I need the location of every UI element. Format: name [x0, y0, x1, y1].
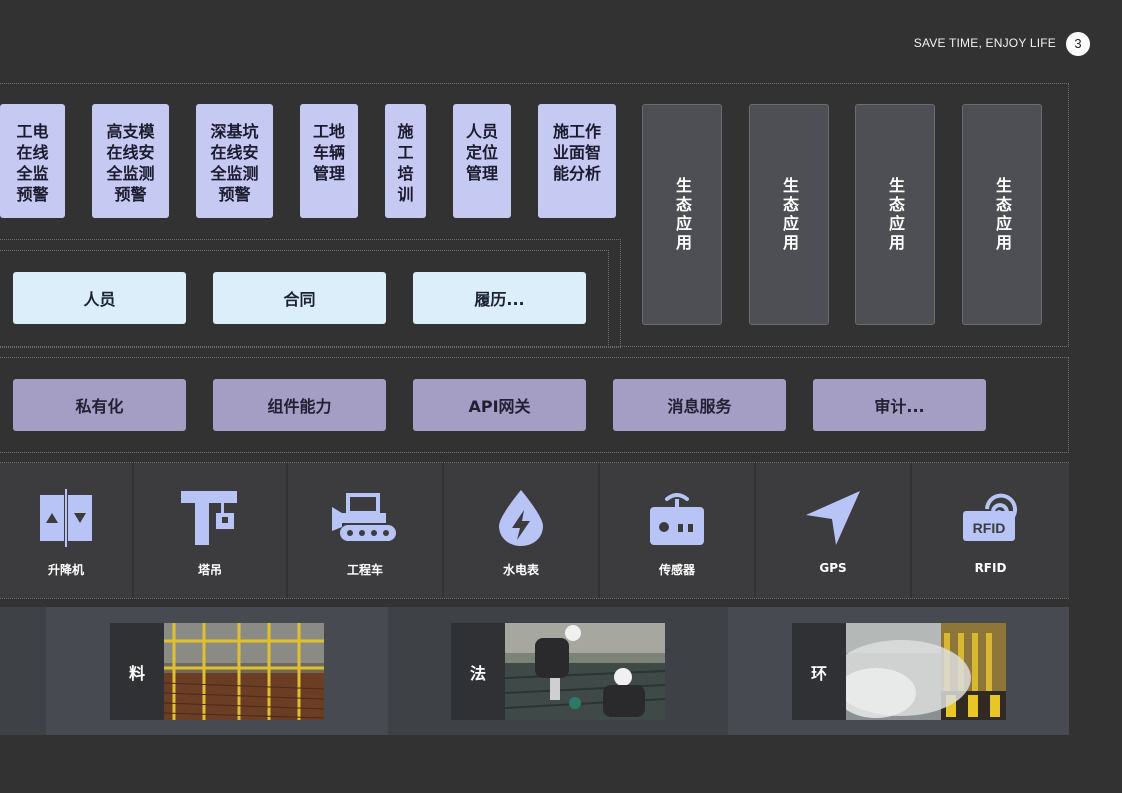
module-formwork-monitoring[interactable]: 高支模 在线安 全监测 预警 — [92, 104, 169, 218]
device-label: 传感器 — [658, 563, 695, 577]
device-label: 水电表 — [502, 563, 539, 577]
ecosystem-app[interactable]: 生态应用 — [855, 104, 935, 325]
module-label: 工地 车辆 管理 — [312, 122, 345, 183]
module-construction-training[interactable]: 施 工 培 训 — [385, 104, 426, 218]
page-number: 3 — [1066, 32, 1090, 56]
device-tower-crane[interactable]: 塔吊 — [134, 463, 286, 598]
data-card-personnel[interactable]: 人员 — [13, 272, 186, 324]
rfid-icon-text: RFID — [972, 520, 1005, 536]
module-label: 高支模 在线安 全监测 预警 — [106, 122, 155, 204]
module-label: 人员 定位 管理 — [465, 122, 498, 183]
photo-block-methods: 法 — [451, 623, 665, 720]
device-label: 工程车 — [346, 563, 383, 577]
bulldozer-icon — [332, 489, 398, 547]
device-rfid[interactable]: RFID RFID — [912, 463, 1069, 598]
data-card-contract[interactable]: 合同 — [213, 272, 386, 324]
service-api-gateway[interactable]: API网关 — [413, 379, 586, 431]
ecosystem-app[interactable]: 生态应用 — [962, 104, 1042, 325]
device-engineering-vehicle[interactable]: 工程车 — [288, 463, 442, 598]
device-label: RFID — [974, 561, 1007, 575]
module-label: 深基坑 在线安 全监测 预警 — [210, 122, 259, 204]
device-label: 升降机 — [47, 563, 84, 577]
photo-block-materials: 料 — [110, 623, 324, 720]
bottom-section — [0, 607, 46, 735]
materials-photo — [164, 623, 324, 720]
water-drop-bolt-icon — [495, 489, 547, 547]
rfid-icon: RFID — [961, 489, 1021, 547]
device-sensor[interactable]: 传感器 — [600, 463, 754, 598]
ecosystem-label: 生态应用 — [993, 176, 1012, 253]
module-vehicle-management[interactable]: 工地 车辆 管理 — [300, 104, 358, 218]
module-label: 工电 在线 全监 预警 — [16, 122, 49, 204]
photo-label: 法 — [451, 623, 505, 720]
module-label: 施工作 业面智 能分析 — [552, 122, 601, 183]
tagline: SAVE TIME, ENJOY LIFE — [913, 36, 1056, 50]
photo-block-environment: 环 — [792, 623, 1006, 720]
service-component[interactable]: 组件能力 — [213, 379, 386, 431]
module-personnel-positioning[interactable]: 人员 定位 管理 — [453, 104, 511, 218]
navigation-arrow-icon — [804, 489, 862, 547]
tower-crane-icon — [181, 489, 239, 547]
device-utility-meter[interactable]: 水电表 — [444, 463, 598, 598]
methods-photo — [505, 623, 665, 720]
service-privatization[interactable]: 私有化 — [13, 379, 186, 431]
photo-label: 环 — [792, 623, 846, 720]
module-foundation-pit-monitoring[interactable]: 深基坑 在线安 全监测 预警 — [196, 104, 273, 218]
device-gps[interactable]: GPS — [756, 463, 910, 598]
service-audit[interactable]: 审计... — [813, 379, 986, 431]
ecosystem-app[interactable]: 生态应用 — [642, 104, 722, 325]
ecosystem-label: 生态应用 — [886, 176, 905, 253]
module-work-surface-analysis[interactable]: 施工作 业面智 能分析 — [538, 104, 616, 218]
photo-label: 料 — [110, 623, 164, 720]
device-label: GPS — [819, 561, 847, 575]
ecosystem-label: 生态应用 — [673, 176, 692, 253]
ecosystem-label: 生态应用 — [780, 176, 799, 253]
module-power-monitoring[interactable]: 工电 在线 全监 预警 — [0, 104, 65, 218]
ecosystem-app[interactable]: 生态应用 — [749, 104, 829, 325]
sensor-icon — [648, 489, 706, 547]
elevator-icon — [38, 489, 94, 547]
device-label: 塔吊 — [197, 563, 222, 577]
device-elevator[interactable]: 升降机 — [0, 463, 132, 598]
module-label: 施 工 培 训 — [397, 122, 414, 204]
environment-photo — [846, 623, 1006, 720]
service-messaging[interactable]: 消息服务 — [613, 379, 786, 431]
data-card-resume[interactable]: 履历... — [413, 272, 586, 324]
